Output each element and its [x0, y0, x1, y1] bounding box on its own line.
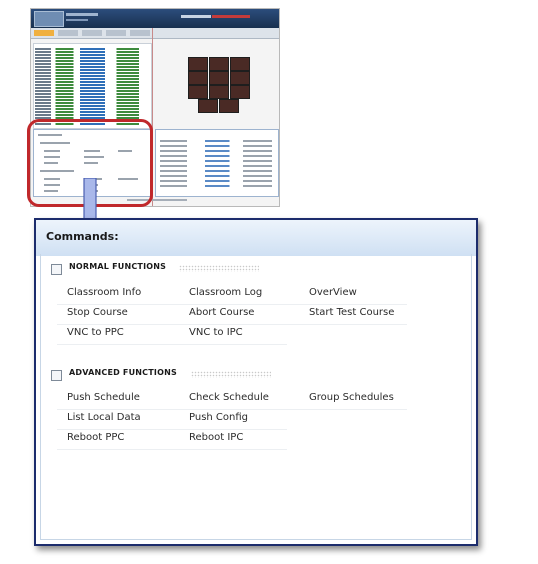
- overview-table-row: [35, 51, 148, 53]
- overview-table-row: [35, 102, 148, 104]
- list-local-data-command[interactable]: List Local Data: [67, 412, 141, 423]
- overview-info-line: [160, 155, 272, 157]
- abort-course-command[interactable]: Abort Course: [189, 307, 254, 318]
- command-row: Push Schedule Check Schedule Group Sched…: [57, 390, 407, 410]
- command-row: VNC to PPC VNC to IPC: [57, 325, 287, 345]
- overview-table-row: [35, 81, 148, 83]
- overview-table-row: [35, 90, 148, 92]
- overview-table-row: [35, 66, 148, 68]
- reboot-ppc-command[interactable]: Reboot PPC: [67, 432, 124, 443]
- overview-info-line: [160, 150, 272, 152]
- overview-table-row: [35, 108, 148, 110]
- collapse-box-icon[interactable]: [51, 370, 62, 381]
- overview-table-row: [35, 75, 148, 77]
- overview-command[interactable]: OverView: [309, 287, 357, 298]
- overview-table-row: [35, 69, 148, 71]
- overview-table: [33, 43, 152, 129]
- command-row: Stop Course Abort Course Start Test Cour…: [57, 305, 407, 325]
- overview-table-row: [35, 60, 148, 62]
- overview-table-row: [35, 84, 148, 86]
- overview-camera-thumbnails: [188, 57, 250, 113]
- overview-title: [181, 15, 211, 18]
- commands-panel-body: NORMAL FUNCTIONS Classroom Info Classroo…: [40, 254, 472, 540]
- stop-course-command[interactable]: Stop Course: [67, 307, 128, 318]
- push-config-command[interactable]: Push Config: [189, 412, 248, 423]
- overview-info-line: [160, 140, 272, 142]
- commands-panel-header: Commands:: [36, 220, 476, 256]
- overview-table-row: [35, 87, 148, 89]
- overview-table-row: [35, 63, 148, 65]
- overview-table-row: [35, 57, 148, 59]
- overview-info-line: [160, 185, 272, 187]
- overview-tab: [34, 30, 54, 36]
- overview-info-line: [160, 180, 272, 182]
- vnc-to-ipc-command[interactable]: VNC to IPC: [189, 327, 243, 338]
- command-row: Reboot PPC Reboot IPC: [57, 430, 287, 450]
- command-row: List Local Data Push Config: [57, 410, 287, 430]
- overview-table-row: [35, 99, 148, 101]
- overview-info-line: [160, 165, 272, 167]
- overview-logo: [34, 11, 64, 27]
- overview-tab: [106, 30, 126, 36]
- classroom-info-command[interactable]: Classroom Info: [67, 287, 141, 298]
- overview-tab: [130, 30, 150, 36]
- start-test-course-command[interactable]: Start Test Course: [309, 307, 394, 318]
- normal-functions-header[interactable]: NORMAL FUNCTIONS: [51, 262, 351, 276]
- overview-title-highlight: [212, 15, 250, 18]
- overview-table-row: [35, 72, 148, 74]
- overview-header: [31, 9, 279, 28]
- overview-tab: [82, 30, 102, 36]
- overview-info-line: [160, 170, 272, 172]
- overview-logo-text: [66, 13, 98, 16]
- overview-table-row: [35, 78, 148, 80]
- check-schedule-command[interactable]: Check Schedule: [189, 392, 269, 403]
- overview-table-row: [35, 96, 148, 98]
- section-label: ADVANCED FUNCTIONS: [69, 368, 177, 377]
- overview-info-panel: [155, 129, 279, 197]
- overview-tab-bar: [31, 28, 279, 39]
- overview-info-line: [160, 160, 272, 162]
- overview-tab: [58, 30, 78, 36]
- vnc-to-ppc-command[interactable]: VNC to PPC: [67, 327, 124, 338]
- collapse-box-icon[interactable]: [51, 264, 62, 275]
- overview-table-row: [35, 48, 148, 50]
- reboot-ipc-command[interactable]: Reboot IPC: [189, 432, 243, 443]
- commands-panel-title: Commands:: [46, 230, 119, 243]
- classroom-log-command[interactable]: Classroom Log: [189, 287, 262, 298]
- overview-info-line: [160, 145, 272, 147]
- overview-table-row: [35, 93, 148, 95]
- command-row: Classroom Info Classroom Log OverView: [57, 285, 407, 305]
- advanced-functions-header[interactable]: ADVANCED FUNCTIONS: [51, 368, 351, 382]
- overview-table-row: [35, 111, 148, 113]
- overview-logo-subtext: [66, 19, 88, 21]
- section-label: NORMAL FUNCTIONS: [69, 262, 167, 271]
- push-schedule-command[interactable]: Push Schedule: [67, 392, 140, 403]
- section-divider-dots: [179, 265, 259, 272]
- overview-table-row: [35, 114, 148, 116]
- overview-table-row: [35, 54, 148, 56]
- commands-panel: Commands: NORMAL FUNCTIONS Classroom Inf…: [34, 218, 478, 546]
- group-schedules-command[interactable]: Group Schedules: [309, 392, 394, 403]
- section-divider-dots: [191, 371, 271, 378]
- overview-info-line: [160, 175, 272, 177]
- overview-table-row: [35, 105, 148, 107]
